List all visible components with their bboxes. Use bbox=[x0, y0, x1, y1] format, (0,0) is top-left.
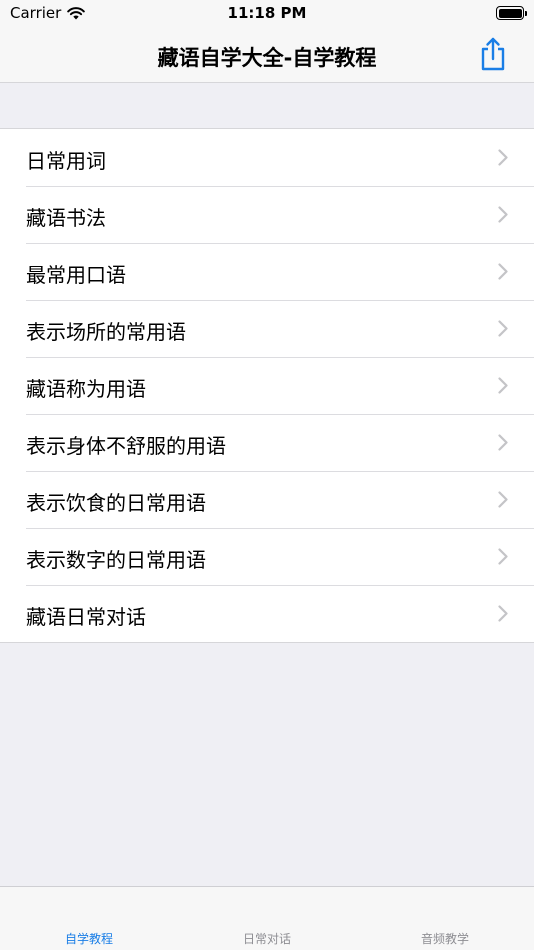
chevron-right-icon bbox=[498, 320, 508, 337]
chevron-right-icon bbox=[498, 377, 508, 394]
list-item[interactable]: 表示身体不舒服的用语 bbox=[0, 414, 534, 471]
lesson-list: 日常用词 藏语书法 最常用口语 表示场所的常用语 藏语称为用语 表示身体不舒服的… bbox=[0, 128, 534, 643]
list-item-label: 藏语日常对话 bbox=[26, 605, 146, 629]
list-item[interactable]: 藏语称为用语 bbox=[0, 357, 534, 414]
list-item[interactable]: 藏语日常对话 bbox=[0, 585, 534, 642]
share-button[interactable] bbox=[478, 36, 508, 72]
list-item-label: 藏语称为用语 bbox=[26, 377, 146, 401]
tab-2[interactable]: 日常对话 bbox=[178, 887, 356, 950]
chevron-right-icon bbox=[498, 434, 508, 451]
chevron-right-icon bbox=[498, 548, 508, 565]
list-item[interactable]: 最常用口语 bbox=[0, 243, 534, 300]
navigation-bar: 藏语自学大全-自学教程 bbox=[0, 28, 534, 83]
battery-icon bbox=[496, 6, 527, 20]
screen: Carrier 11:18 PM 藏语自学大全-自学教程 日常用词 藏语书法 最… bbox=[0, 0, 534, 950]
chevron-right-icon bbox=[498, 263, 508, 280]
tab-label: 日常对话 bbox=[242, 932, 291, 946]
status-bar: Carrier 11:18 PM bbox=[0, 0, 534, 28]
chevron-right-icon bbox=[498, 605, 508, 622]
chevron-right-icon bbox=[498, 491, 508, 508]
tab-label: 自学教程 bbox=[64, 932, 113, 946]
list-item[interactable]: 藏语书法 bbox=[0, 186, 534, 243]
list-item-label: 表示身体不舒服的用语 bbox=[26, 434, 226, 458]
list-item-label: 表示场所的常用语 bbox=[26, 320, 186, 344]
tab-3[interactable]: 音频教学 bbox=[356, 887, 534, 950]
list-item[interactable]: 日常用词 bbox=[0, 129, 534, 186]
tab-1[interactable]: 自学教程 bbox=[0, 887, 178, 950]
list-item-label: 表示数字的日常用语 bbox=[26, 548, 206, 572]
chevron-right-icon bbox=[498, 206, 508, 223]
list-item[interactable]: 表示饮食的日常用语 bbox=[0, 471, 534, 528]
share-icon bbox=[481, 37, 505, 71]
list-item[interactable]: 表示数字的日常用语 bbox=[0, 528, 534, 585]
list-item-label: 藏语书法 bbox=[26, 206, 106, 230]
list-item-label: 表示饮食的日常用语 bbox=[26, 491, 206, 515]
list-item-label: 日常用词 bbox=[26, 149, 106, 173]
status-time: 11:18 PM bbox=[227, 4, 307, 22]
tab-label: 音频教学 bbox=[420, 932, 469, 946]
tab-bar: 自学教程 日常对话 音频教学 bbox=[0, 886, 534, 950]
list-item-label: 最常用口语 bbox=[26, 263, 126, 287]
page-title: 藏语自学大全-自学教程 bbox=[157, 46, 377, 70]
chevron-right-icon bbox=[498, 149, 508, 166]
list-item[interactable]: 表示场所的常用语 bbox=[0, 300, 534, 357]
